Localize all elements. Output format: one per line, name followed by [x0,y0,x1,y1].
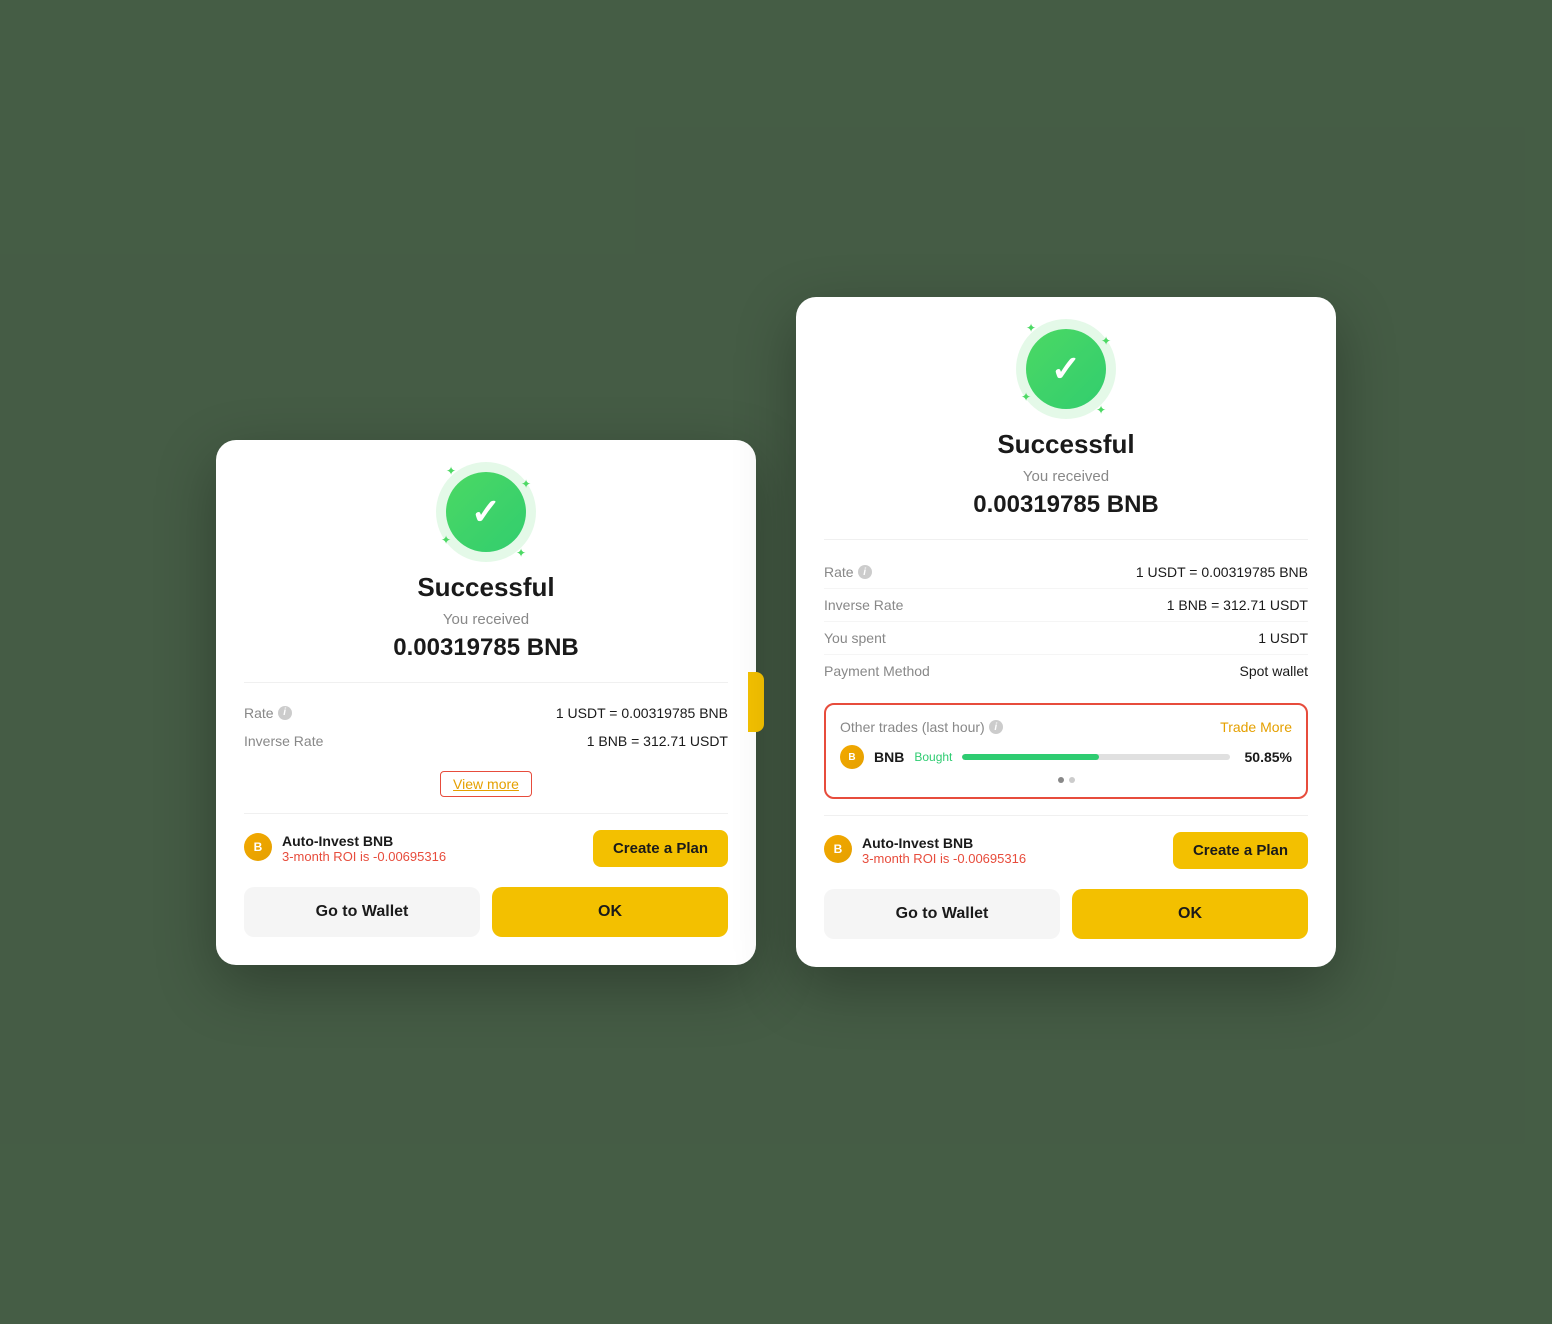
inverse-rate-value: 1 BNB = 312.71 USDT [587,733,728,749]
auto-invest-text: Auto-Invest BNB 3-month ROI is -0.006953… [282,833,446,864]
auto-invest-title-right: Auto-Invest BNB [862,835,1026,851]
other-trades-section: Other trades (last hour) i Trade More B … [824,703,1308,799]
dot [1069,777,1075,783]
bottom-buttons-right: Go to Wallet OK [824,889,1308,939]
sparkle-icon: ✦ [446,464,456,478]
you-spent-value: 1 USDT [1258,630,1308,646]
dialog-title: Successful [244,572,728,603]
auto-invest-title: Auto-Invest BNB [282,833,446,849]
success-circle: ✓ [446,472,526,552]
sparkle-icon: ✦ [521,477,531,491]
other-trades-title: Other trades (last hour) i [840,719,1003,735]
sparkle-icon: ✦ [441,533,451,547]
sparkle-icon: ✦ [1096,403,1106,417]
trade-dots [840,777,1292,783]
trade-percent: 50.85% [1240,749,1292,765]
info-icon: i [278,706,292,720]
other-trades-header: Other trades (last hour) i Trade More [840,719,1292,735]
trade-action-badge: Bought [914,750,952,764]
dialog-subtitle: You received [244,611,728,628]
trade-progress-fill [962,754,1098,760]
rate-value-right: 1 USDT = 0.00319785 BNB [1136,564,1308,580]
trade-coin-label: BNB [874,749,904,765]
bnb-auto-invest-icon-right: B [824,835,852,863]
sparkle-icon: ✦ [1101,334,1111,348]
info-icon-right: i [858,565,872,579]
success-icon-container: ✓ ✦ ✦ ✦ ✦ [244,472,728,552]
dialog-subtitle-right: You received [824,468,1308,485]
view-more-link[interactable]: View more [440,771,532,797]
bnb-auto-invest-icon: B [244,833,272,861]
right-dialog: ✓ ✦ ✦ ✦ ✦ Successful You received 0.0031… [796,297,1336,967]
dot-active [1058,777,1064,783]
success-icon-container-right: ✓ ✦ ✦ ✦ ✦ [824,329,1308,409]
ok-button[interactable]: OK [492,887,728,937]
auto-invest-section: B Auto-Invest BNB 3-month ROI is -0.0069… [244,813,728,883]
auto-invest-section-right: B Auto-Invest BNB 3-month ROI is -0.0069… [824,815,1308,885]
auto-invest-text-right: Auto-Invest BNB 3-month ROI is -0.006953… [862,835,1026,866]
dialogs-container: ✓ ✦ ✦ ✦ ✦ Successful You received 0.0031… [216,357,1336,967]
other-trades-info-icon: i [989,720,1003,734]
inverse-rate-value-right: 1 BNB = 312.71 USDT [1167,597,1308,613]
sparkle-icon: ✦ [516,546,526,560]
checkmark-icon-right: ✓ [1051,348,1081,390]
payment-method-row: Payment Method Spot wallet [824,655,1308,687]
inverse-rate-row-right: Inverse Rate 1 BNB = 312.71 USDT [824,589,1308,622]
auto-invest-left: B Auto-Invest BNB 3-month ROI is -0.0069… [244,833,446,864]
rate-row: Rate i 1 USDT = 0.00319785 BNB [244,699,728,727]
trade-progress-bar [962,754,1230,760]
auto-invest-roi-right: 3-month ROI is -0.00695316 [862,851,1026,866]
trade-row: B BNB Bought 50.85% [840,745,1292,769]
yellow-tab [748,672,764,732]
success-circle-right: ✓ [1026,329,1106,409]
ok-button-right[interactable]: OK [1072,889,1308,939]
you-spent-label: You spent [824,630,886,646]
payment-method-label: Payment Method [824,663,930,679]
sparkle-icon: ✦ [1021,390,1031,404]
auto-invest-left-right: B Auto-Invest BNB 3-month ROI is -0.0069… [824,835,1026,866]
go-to-wallet-button[interactable]: Go to Wallet [244,887,480,937]
inverse-rate-label: Inverse Rate [244,733,323,749]
create-plan-button[interactable]: Create a Plan [593,830,728,867]
rate-section-right: Rate i 1 USDT = 0.00319785 BNB Inverse R… [824,539,1308,687]
dialog-amount-right: 0.00319785 BNB [824,491,1308,519]
rate-value: 1 USDT = 0.00319785 BNB [556,705,728,721]
inverse-rate-label-right: Inverse Rate [824,597,903,613]
view-more-container: View more [244,771,728,797]
rate-label-right: Rate i [824,564,872,580]
payment-method-value: Spot wallet [1240,663,1308,679]
bottom-buttons: Go to Wallet OK [244,887,728,937]
checkmark-icon: ✓ [471,491,501,533]
trade-more-link[interactable]: Trade More [1220,719,1292,735]
auto-invest-roi: 3-month ROI is -0.00695316 [282,849,446,864]
create-plan-button-right[interactable]: Create a Plan [1173,832,1308,869]
rate-row-right: Rate i 1 USDT = 0.00319785 BNB [824,556,1308,589]
dialog-amount: 0.00319785 BNB [244,634,728,662]
bnb-trade-icon: B [840,745,864,769]
go-to-wallet-button-right[interactable]: Go to Wallet [824,889,1060,939]
you-spent-row: You spent 1 USDT [824,622,1308,655]
dialog-title-right: Successful [824,429,1308,460]
left-dialog: ✓ ✦ ✦ ✦ ✦ Successful You received 0.0031… [216,440,756,965]
rate-section: Rate i 1 USDT = 0.00319785 BNB Inverse R… [244,682,728,755]
inverse-rate-row: Inverse Rate 1 BNB = 312.71 USDT [244,727,728,755]
sparkle-icon: ✦ [1026,321,1036,335]
rate-label: Rate i [244,705,292,721]
